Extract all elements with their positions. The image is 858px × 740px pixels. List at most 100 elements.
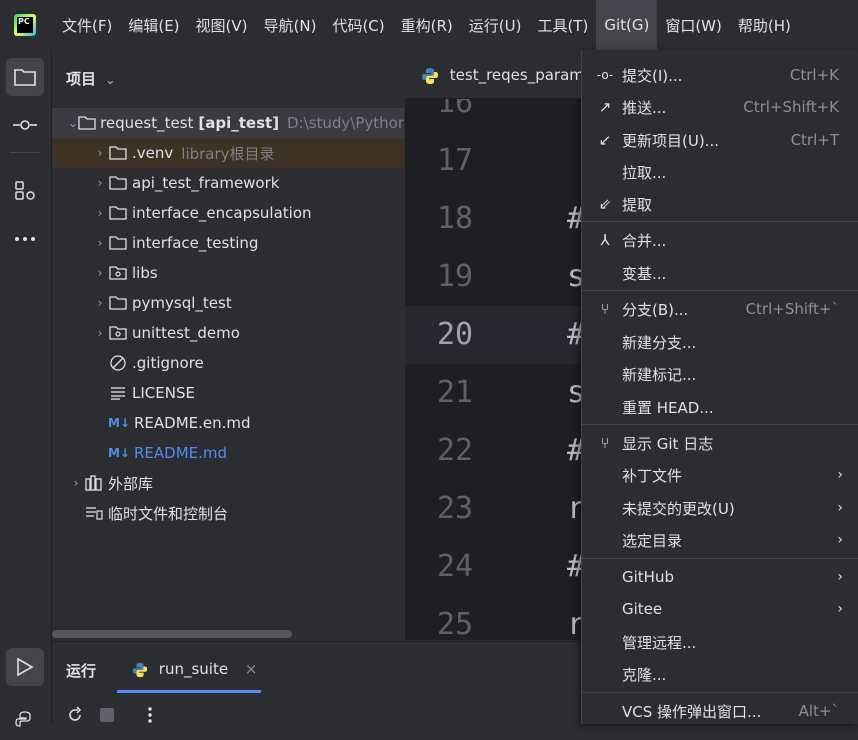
git-menu-item-16[interactable]: Gitee ›: [582, 593, 858, 625]
tree-item-pymysql-test[interactable]: › pymysql_test: [52, 288, 404, 318]
git-menu-item-19[interactable]: VCS 操作弹出窗口... Alt+`: [582, 695, 858, 724]
run-tool-button[interactable]: [6, 648, 44, 686]
scratches-row[interactable]: 临时文件和控制台: [52, 498, 404, 528]
tree-item-readme-en-md[interactable]: M↓ README.en.md: [52, 408, 404, 438]
tree-item-label: interface_testing: [132, 234, 259, 252]
editor-line[interactable]: 21 s: [405, 364, 581, 422]
tree-item-interface-testing[interactable]: › interface_testing: [52, 228, 404, 258]
more-dots-icon: [15, 237, 35, 241]
editor-line[interactable]: 20 #: [405, 306, 581, 364]
git-menu-item-5[interactable]: ⅄ 合并...: [582, 224, 858, 256]
code-text: #: [567, 201, 581, 236]
tree-item-unittest-demo[interactable]: › unittest_demo: [52, 318, 404, 348]
line-number: 24: [437, 549, 474, 584]
menu-item-9[interactable]: 窗口(W): [657, 0, 730, 50]
run-tab[interactable]: run_suite ×: [132, 660, 257, 678]
external-libraries-row[interactable]: › 外部库: [52, 468, 404, 498]
git-menu-item-17[interactable]: 管理远程...: [582, 626, 858, 658]
close-icon[interactable]: ×: [245, 660, 258, 678]
menu-item-2[interactable]: 视图(V): [188, 0, 256, 50]
menu-item-6[interactable]: 运行(U): [461, 0, 530, 50]
chevron-down-icon[interactable]: ⌄: [68, 116, 78, 130]
menu-item-8[interactable]: Git(G): [596, 0, 658, 50]
git-menu-item-3[interactable]: 拉取...: [582, 156, 858, 188]
editor-line[interactable]: 22 #: [405, 422, 581, 480]
tree-item-readme-md[interactable]: M↓ README.md: [52, 438, 404, 468]
git-menu-item-1[interactable]: ↗ 推送... Ctrl+Shift+K: [582, 91, 858, 123]
menu-item-5[interactable]: 重构(R): [393, 0, 461, 50]
project-panel-hscrollbar[interactable]: [52, 630, 404, 638]
git-menu-item-8[interactable]: 新建分支...: [582, 326, 858, 358]
git-menu-item-11[interactable]: ⑂ 显示 Git 日志: [582, 427, 858, 459]
editor-line[interactable]: 19 s: [405, 248, 581, 306]
python-file-icon: [422, 67, 438, 84]
structure-icon: [15, 181, 35, 200]
more-tools-button[interactable]: [6, 220, 44, 258]
editor-line[interactable]: 23 r: [405, 480, 581, 538]
tree-item-api-test-framework[interactable]: › api_test_framework: [52, 168, 404, 198]
git-menu-item-6[interactable]: 变基...: [582, 257, 858, 289]
menu-items: 文件(F) 编辑(E) 视图(V) 导航(N) 代码(C) 重构(R) 运行(U) 工具(T)…: [54, 0, 799, 50]
chevron-right-icon[interactable]: ›: [92, 206, 108, 220]
run-panel: 运行 run_suite ×: [52, 641, 582, 725]
editor-tabbar: test_reqes_params: [405, 50, 581, 99]
chevron-right-icon[interactable]: ›: [92, 146, 108, 160]
tree-item-venv[interactable]: ›. venv library根目录: [52, 138, 404, 168]
git-menu-item-18[interactable]: 克隆...: [582, 658, 858, 690]
git-menu-item-10[interactable]: 重置 HEAD...: [582, 391, 858, 423]
editor-line[interactable]: 17: [405, 132, 581, 190]
git-menu-item-0[interactable]: -o- 提交(I)... Ctrl+K: [582, 59, 858, 91]
menu-item-0[interactable]: 文件(F): [54, 0, 120, 50]
git-menu-item-9[interactable]: 新建标记...: [582, 358, 858, 390]
git-menu-item-7[interactable]: ⑂ 分支(B)... Ctrl+Shift+`: [582, 293, 858, 325]
git-menu-item-13[interactable]: 未提交的更改(U) ›: [582, 492, 858, 524]
rerun-button[interactable]: [66, 706, 84, 728]
git-menu-item-15[interactable]: GitHub ›: [582, 561, 858, 593]
editor-tab[interactable]: test_reqes_params: [421, 66, 581, 85]
git-menu-item-4[interactable]: ⇙ 提取: [582, 188, 858, 220]
tree-item-gitignore[interactable]: .gitignore: [52, 348, 404, 378]
tree-item-libs[interactable]: › libs: [52, 258, 404, 288]
tree-item-label: api_test_framework: [132, 174, 280, 192]
menu-separator: [582, 221, 858, 222]
chevron-right-icon[interactable]: ›: [92, 296, 108, 310]
pycharm-logo-icon[interactable]: PC: [14, 14, 36, 36]
stop-icon[interactable]: [100, 708, 114, 722]
markdown-icon: M↓: [108, 446, 130, 460]
chevron-right-icon[interactable]: ›: [92, 236, 108, 250]
git-menu-item-2[interactable]: ↙ 更新项目(U)... Ctrl+T: [582, 124, 858, 156]
git-menu-item-label: 提取: [622, 195, 653, 214]
scrollbar-thumb[interactable]: [52, 630, 292, 638]
tree-root-row[interactable]: ⌄ request_test [api_test] D:\study\Pytho…: [52, 108, 404, 138]
chevron-right-icon[interactable]: ›: [92, 326, 108, 340]
line-number: 22: [437, 433, 474, 468]
tree-item-interface-encapsulation[interactable]: › interface_encapsulation: [52, 198, 404, 228]
menu-item-10[interactable]: 帮助(H): [730, 0, 799, 50]
python-console-button[interactable]: [6, 702, 44, 740]
editor-line[interactable]: 18 #: [405, 190, 581, 248]
tree-item-label: unittest_demo: [132, 324, 240, 342]
chevron-right-icon[interactable]: ›: [92, 266, 108, 280]
structure-tool-button[interactable]: [6, 172, 44, 210]
git-menu-item-label: 重置 HEAD...: [622, 398, 714, 417]
package-folder-icon: [108, 324, 128, 342]
menu-item-4[interactable]: 代码(C): [324, 0, 392, 50]
more-options-button[interactable]: [148, 706, 152, 728]
menu-item-1[interactable]: 编辑(E): [120, 0, 187, 50]
editor-line[interactable]: 24 #: [405, 538, 581, 596]
chevron-right-icon[interactable]: ›: [92, 176, 108, 190]
tree-item-label: pymysql_test: [132, 294, 232, 312]
folder-icon: [14, 69, 36, 86]
project-panel-header[interactable]: 项目 ⌄: [66, 68, 115, 89]
menu-item-7[interactable]: 工具(T): [529, 0, 596, 50]
editor-line[interactable]: 25 r: [405, 596, 581, 640]
menu-item-3[interactable]: 导航(N): [256, 0, 325, 50]
git-menu-item-14[interactable]: 选定目录 ›: [582, 524, 858, 556]
chevron-right-icon[interactable]: ›: [68, 476, 84, 490]
tree-item-license[interactable]: LICENSE: [52, 378, 404, 408]
commit-tool-button[interactable]: [6, 106, 44, 144]
chevron-right-icon: ›: [837, 467, 843, 483]
git-menu-item-12[interactable]: 补丁文件 ›: [582, 459, 858, 491]
project-tool-button[interactable]: [6, 58, 44, 96]
folder-icon: [108, 294, 128, 312]
